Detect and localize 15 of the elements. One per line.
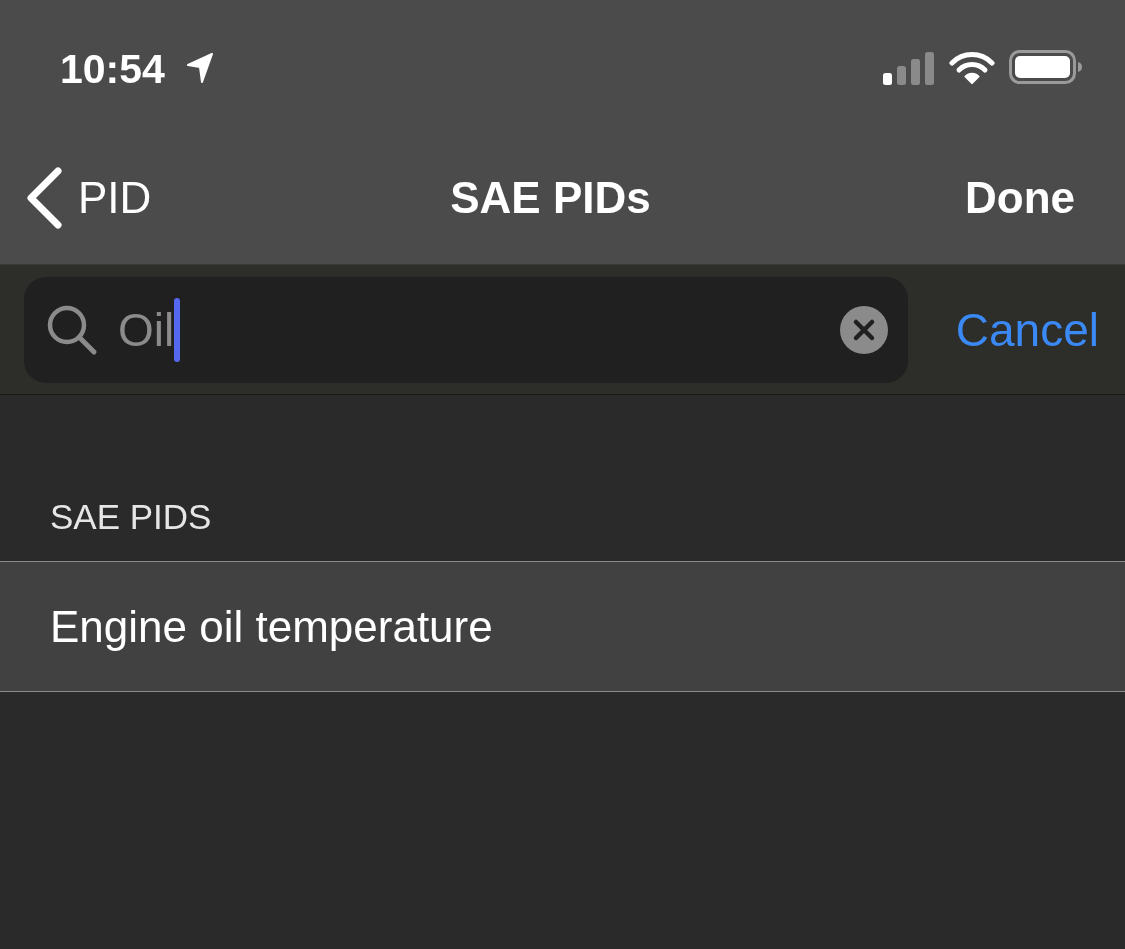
back-button[interactable]: PID	[26, 167, 152, 229]
wifi-icon	[949, 50, 995, 84]
list-row[interactable]: Engine oil temperature	[0, 562, 1125, 692]
battery-icon	[1009, 50, 1083, 84]
nav-title: SAE PIDs	[450, 173, 651, 223]
status-time: 10:54	[60, 45, 165, 93]
search-icon	[46, 303, 98, 356]
section-header: SAE PIDS	[50, 497, 212, 537]
cancel-button[interactable]: Cancel	[955, 302, 1099, 357]
chevron-left-icon	[26, 167, 62, 229]
search-field[interactable]: Oil	[24, 276, 908, 383]
done-button[interactable]: Done	[965, 173, 1075, 223]
signal-icon	[883, 51, 935, 85]
clear-icon[interactable]	[840, 305, 888, 354]
location-arrow-icon	[186, 53, 213, 83]
